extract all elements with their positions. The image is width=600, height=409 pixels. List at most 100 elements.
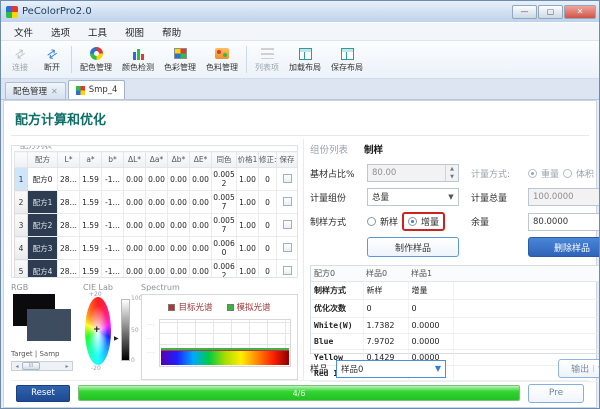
price-cell[interactable]: 1.00 xyxy=(237,260,259,279)
price-cell[interactable]: 1.00 xyxy=(237,191,259,214)
sample-select[interactable]: 样品0 ▼ xyxy=(336,360,446,378)
formula-row[interactable]: 1配方028…1.59-1…0.000.000.000.000.00521.00… xyxy=(15,168,298,191)
de-cell[interactable]: 0.00 xyxy=(190,191,212,214)
menu-tools[interactable]: 工具 xyxy=(79,23,116,41)
dl-cell[interactable]: 0.00 xyxy=(124,214,146,237)
lightness-bar[interactable] xyxy=(121,299,130,361)
l-cell[interactable]: 28… xyxy=(58,260,80,279)
minimize-button[interactable]: — xyxy=(512,5,537,19)
menu-options[interactable]: 选项 xyxy=(42,23,79,41)
da-cell[interactable]: 0.00 xyxy=(146,214,168,237)
row-number[interactable]: 4 xyxy=(15,237,28,260)
b-cell[interactable]: -1… xyxy=(102,168,124,191)
tab-color-match[interactable]: 配色管理 ✕ xyxy=(5,82,66,99)
remainder-stepper[interactable]: 80.0000 ▲▼ xyxy=(528,213,600,231)
sample-row[interactable]: White(W)1.73820.0000 xyxy=(311,318,600,334)
maximize-button[interactable]: ▢ xyxy=(538,5,563,19)
save-checkbox[interactable] xyxy=(283,197,292,206)
dl-cell[interactable]: 0.00 xyxy=(124,191,146,214)
b-cell[interactable]: -1… xyxy=(102,260,124,279)
toolbar-connect[interactable]: ⇄ 连接 xyxy=(4,46,36,74)
b-cell[interactable]: -1… xyxy=(102,191,124,214)
menu-view[interactable]: 视图 xyxy=(116,23,153,41)
metameric-cell[interactable]: 0.0057 xyxy=(212,191,237,214)
col-dl[interactable]: ΔL* xyxy=(124,152,146,168)
l-cell[interactable]: 28… xyxy=(58,191,80,214)
col-sample0[interactable]: 样品0 xyxy=(363,266,408,282)
formula-row[interactable]: 3配方228…1.59-1…0.000.000.000.000.00571.00… xyxy=(15,214,298,237)
col-l[interactable]: L* xyxy=(58,152,80,168)
close-button[interactable]: ✕ xyxy=(564,5,596,19)
b-cell[interactable]: -1… xyxy=(102,214,124,237)
correct-cell[interactable]: 0 xyxy=(259,260,277,279)
de-cell[interactable]: 0.00 xyxy=(190,214,212,237)
toolbar-load-layout[interactable]: 加载布局 xyxy=(284,46,326,74)
sample-row[interactable]: 制样方式新样增量 xyxy=(311,282,600,300)
a-cell[interactable]: 1.59 xyxy=(80,168,102,191)
sample-row[interactable]: 优化次数00 xyxy=(311,300,600,318)
formula-name-cell[interactable]: 配方3 xyxy=(28,237,58,260)
col-b[interactable]: b* xyxy=(102,152,124,168)
dl-cell[interactable]: 0.00 xyxy=(124,237,146,260)
de-cell[interactable]: 0.00 xyxy=(190,168,212,191)
toolbar-color-detect[interactable]: 颜色检测 xyxy=(117,46,159,74)
price-cell[interactable]: 1.00 xyxy=(237,168,259,191)
a-cell[interactable]: 1.59 xyxy=(80,237,102,260)
col-formula[interactable]: 配方 xyxy=(28,152,58,168)
volume-radio[interactable] xyxy=(563,169,572,178)
row-number[interactable]: 3 xyxy=(15,214,28,237)
b-cell[interactable]: -1… xyxy=(102,237,124,260)
scroll-right-icon[interactable]: ▸ xyxy=(62,363,72,370)
tab-close-icon[interactable]: ✕ xyxy=(51,87,58,96)
col-save[interactable]: 保存 xyxy=(277,152,298,168)
toolbar-save-layout[interactable]: 保存布局 xyxy=(326,46,368,74)
da-cell[interactable]: 0.00 xyxy=(146,260,168,279)
correct-cell[interactable]: 0 xyxy=(259,168,277,191)
toolbar-colorant-manage[interactable]: 色料管理 xyxy=(201,46,243,74)
col-metameric[interactable]: 同色 xyxy=(212,152,237,168)
price-cell[interactable]: 1.00 xyxy=(237,214,259,237)
toolbar-color-manage[interactable]: 色彩管理 xyxy=(159,46,201,74)
dl-cell[interactable]: 0.00 xyxy=(124,168,146,191)
pre-button[interactable]: Pre xyxy=(528,384,584,403)
formula-name-cell[interactable]: 配方0 xyxy=(28,168,58,191)
tab-make-sample[interactable]: 制样 xyxy=(364,142,383,156)
output-button[interactable]: 输出 ▼ xyxy=(558,359,600,378)
da-cell[interactable]: 0.00 xyxy=(146,191,168,214)
toolbar-color-match[interactable]: 配色管理 xyxy=(75,46,117,74)
formula-name-cell[interactable]: 配方1 xyxy=(28,191,58,214)
delete-sample-button[interactable]: 删除样品 xyxy=(528,237,600,257)
row-number[interactable]: 1 xyxy=(15,168,28,191)
formula-name-cell[interactable]: 配方2 xyxy=(28,214,58,237)
save-checkbox[interactable] xyxy=(283,220,292,229)
metameric-cell[interactable]: 0.0057 xyxy=(212,214,237,237)
a-cell[interactable]: 1.59 xyxy=(80,260,102,279)
split-arrow-icon[interactable]: ▼ xyxy=(593,365,600,372)
swatch-scrollbar[interactable]: ◂ lll ▸ xyxy=(11,361,73,371)
db-cell[interactable]: 0.00 xyxy=(168,260,190,279)
formula-row[interactable]: 4配方328…1.59-1…0.000.000.000.000.00601.00… xyxy=(15,237,298,260)
metameric-cell[interactable]: 0.0062 xyxy=(212,260,237,279)
metameric-cell[interactable]: 0.0060 xyxy=(212,237,237,260)
save-checkbox[interactable] xyxy=(283,174,292,183)
price-cell[interactable]: 1.00 xyxy=(237,237,259,260)
new-sample-radio[interactable] xyxy=(367,217,376,226)
row-number[interactable]: 5 xyxy=(15,260,28,279)
toolbar-disconnect[interactable]: ⇄ 断开 xyxy=(36,46,68,74)
db-cell[interactable]: 0.00 xyxy=(168,168,190,191)
weight-radio[interactable] xyxy=(528,169,537,178)
metameric-cell[interactable]: 0.0052 xyxy=(212,168,237,191)
col-da[interactable]: Δa* xyxy=(146,152,168,168)
tab-component-list[interactable]: 组份列表 xyxy=(310,142,348,156)
scroll-thumb[interactable]: lll xyxy=(22,362,40,370)
tab-smp4[interactable]: Smp_4 xyxy=(68,80,126,99)
correct-cell[interactable]: 0 xyxy=(259,214,277,237)
formula-name-cell[interactable]: 配方4 xyxy=(28,260,58,279)
save-checkbox[interactable] xyxy=(283,266,292,275)
formula-row[interactable]: 5配方428…1.59-1…0.000.000.000.000.00621.00… xyxy=(15,260,298,279)
toolbar-list-items[interactable]: 列表项 xyxy=(250,46,284,74)
db-cell[interactable]: 0.00 xyxy=(168,214,190,237)
de-cell[interactable]: 0.00 xyxy=(190,260,212,279)
menu-help[interactable]: 帮助 xyxy=(153,23,190,41)
dl-cell[interactable]: 0.00 xyxy=(124,260,146,279)
